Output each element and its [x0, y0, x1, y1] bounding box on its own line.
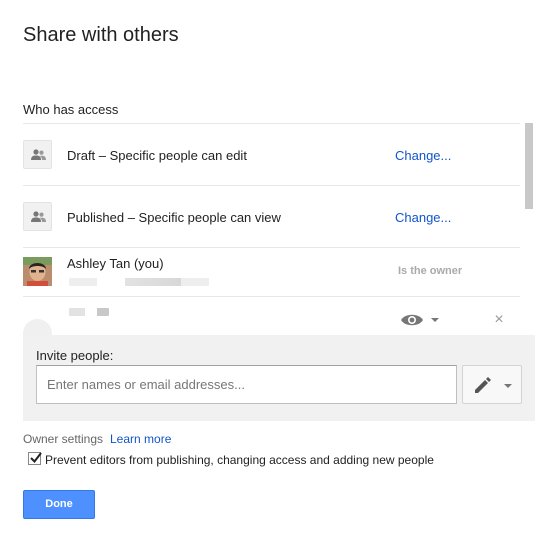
owner-name: Ashley Tan (you) [67, 256, 164, 271]
done-button[interactable]: Done [23, 490, 95, 519]
learn-more-link[interactable]: Learn more [110, 432, 171, 446]
scrollbar-thumb[interactable] [525, 123, 533, 209]
close-icon[interactable]: × [491, 312, 507, 328]
invite-permission-button[interactable] [462, 365, 522, 404]
redacted-email [69, 278, 209, 286]
people-icon [23, 140, 52, 169]
invite-input[interactable] [36, 365, 457, 404]
prevent-editors-label: Prevent editors from publishing, changin… [45, 453, 434, 467]
access-row-published: Published – Specific people can view Cha… [23, 185, 520, 247]
pencil-icon [475, 377, 491, 393]
owner-settings-label: Owner settings [23, 432, 104, 446]
eye-icon [401, 314, 423, 326]
people-icon [23, 202, 52, 231]
avatar [23, 257, 52, 286]
redacted-collaborator-name [69, 308, 109, 316]
invite-label: Invite people: [36, 348, 114, 363]
published-change-link[interactable]: Change... [395, 210, 451, 225]
collaborator-permission-dropdown[interactable] [401, 311, 441, 331]
chevron-down-icon [504, 384, 512, 388]
access-row-draft: Draft – Specific people can edit Change.… [23, 123, 520, 185]
access-row-owner: Ashley Tan (you) Is the owner [23, 247, 520, 296]
owner-role-tag: Is the owner [398, 265, 463, 277]
access-list: Draft – Specific people can edit Change.… [23, 123, 520, 335]
chevron-down-icon [431, 318, 439, 322]
draft-access-label: Draft – Specific people can edit [67, 148, 247, 163]
draft-change-link[interactable]: Change... [395, 148, 451, 163]
published-access-label: Published – Specific people can view [67, 210, 281, 225]
who-has-access-heading: Who has access [23, 102, 119, 117]
checkmark-icon [30, 452, 42, 464]
dialog-title: Share with others [23, 24, 179, 46]
collaborator-avatar [23, 319, 52, 335]
access-row-collaborator: × [23, 296, 520, 335]
prevent-editors-checkbox[interactable] [28, 452, 42, 465]
invite-panel: Invite people: [23, 335, 535, 421]
